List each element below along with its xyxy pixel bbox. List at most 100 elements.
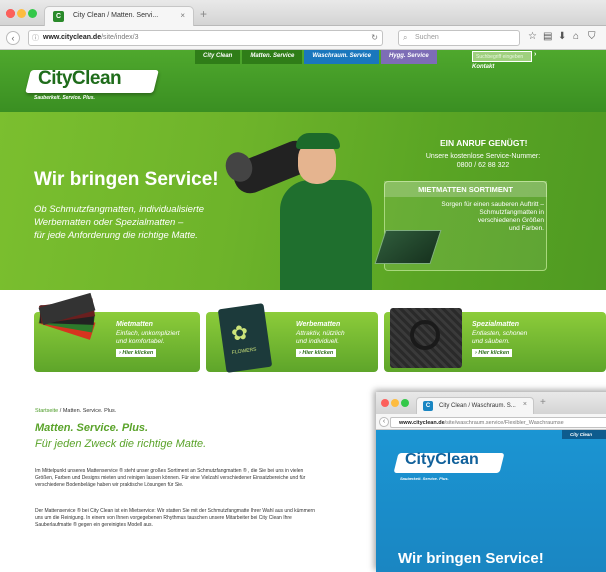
- home-icon[interactable]: ⌂: [573, 31, 579, 42]
- traffic-close-icon[interactable]: [6, 9, 15, 18]
- secondary-tab-bar: C City Clean / Waschraum. S... × +: [376, 392, 606, 414]
- menu-item-hygg-service[interactable]: Hygg. Service: [380, 50, 437, 64]
- mietmatten-box-heading[interactable]: MIETMATTEN SORTIMENT: [384, 181, 547, 197]
- product-text-line: und individuell.: [296, 338, 340, 345]
- paragraph-line: verschiedene Bodenbeläge haben wir prakt…: [35, 482, 184, 488]
- breadcrumb-home-link[interactable]: Startseite: [35, 408, 58, 414]
- product-text-line: Entlasten, schonen: [472, 330, 528, 337]
- search-icon: ⌕: [403, 33, 408, 42]
- url-path: /site/waschraum.service/Flexibler_Waschr…: [444, 420, 564, 426]
- browser-search-input[interactable]: ⌕ Suchen: [398, 30, 520, 46]
- reload-icon[interactable]: ↻: [371, 33, 378, 42]
- site-search-input[interactable]: Suchbegriff eingeben: [472, 51, 532, 62]
- service-man-image: [280, 180, 372, 290]
- hier-klicken-button[interactable]: › Hier klicken: [116, 349, 157, 357]
- logo-tagline: Sauberkeit. Service. Plus.: [34, 95, 95, 101]
- cityclean-logo[interactable]: CityClean: [405, 451, 479, 469]
- traffic-close-icon[interactable]: [381, 399, 389, 407]
- werbematten-image: ✿ FLOWERS: [217, 303, 273, 373]
- browser-search-placeholder: Suchen: [415, 34, 439, 41]
- spezialmatten-image: [390, 308, 462, 368]
- product-text: Entlasten, schonen und säubern.: [472, 330, 527, 346]
- menu-item-matten-service[interactable]: Matten. Service: [242, 50, 303, 64]
- shield-icon[interactable]: ⛉: [588, 31, 596, 42]
- traffic-zoom-icon[interactable]: [401, 399, 409, 407]
- mats-image: [374, 230, 442, 264]
- mat-pattern-icon: [410, 320, 440, 350]
- info-icon[interactable]: ⓘ: [32, 33, 39, 43]
- back-icon[interactable]: ‹: [6, 31, 20, 45]
- tab-title: City Clean / Matten. Servi...: [73, 12, 159, 19]
- call-heading: EIN ANRUF GENÜGT!: [440, 138, 528, 148]
- menu-item-city-clean[interactable]: City Clean: [562, 430, 606, 439]
- product-title: Mietmatten: [116, 321, 153, 328]
- content-subheading: Für jeden Zweck die richtige Matte.: [35, 438, 207, 450]
- traffic-minimize-icon[interactable]: [17, 9, 26, 18]
- download-icon[interactable]: ⬇: [558, 31, 566, 42]
- mietmatten-box-text: Sorgen für einen sauberen Auftritt – Sch…: [440, 201, 544, 233]
- product-card-werbematten[interactable]: ✿ FLOWERS Werbematten Attraktiv, nützlic…: [206, 303, 378, 373]
- star-icon[interactable]: ☆: [528, 31, 537, 42]
- paragraph-line: Der Mattenservice ® bei City Clean ist e…: [35, 508, 315, 514]
- tab-close-icon[interactable]: ×: [523, 401, 527, 408]
- product-row: Mietmatten Einfach, unkompliziert und ko…: [0, 290, 606, 390]
- paragraph-line: uns um die Reinigung. In einem von Ihnen…: [35, 515, 292, 521]
- secondary-url-bar[interactable]: www.cityclean.de/site/waschraum.service/…: [390, 417, 606, 428]
- paragraph-line: Im Mittelpunkt unseres Mattenservice ® s…: [35, 468, 304, 474]
- cityclean-favicon-icon: C: [423, 401, 433, 411]
- tab-bar: C City Clean / Matten. Servi... × +: [0, 0, 606, 26]
- mietmatten-image: [36, 292, 106, 368]
- bookmark-icon[interactable]: ▤: [543, 31, 552, 42]
- tab-cityclean-matten[interactable]: C City Clean / Matten. Servi... ×: [44, 6, 194, 26]
- hero-banner: Wir bringen Service! Ob Schmutzfangmatte…: [0, 112, 606, 290]
- back-icon[interactable]: ‹: [379, 417, 389, 427]
- hero-subtitle: Ob Schmutzfangmatten, individualisierte …: [34, 203, 274, 242]
- traffic-minimize-icon[interactable]: [391, 399, 399, 407]
- product-text-line: und säubern.: [472, 338, 510, 345]
- hero-subtitle-line: Werbematten oder Spezialmatten –: [34, 217, 184, 228]
- flower-logo-icon: ✿: [229, 321, 250, 346]
- paragraph-line: Größen, Farben und Designs mieten und re…: [35, 475, 306, 481]
- breadcrumb-current: / Matten. Service. Plus.: [58, 408, 117, 414]
- url-path: /site/index/3: [101, 34, 139, 41]
- hero-title: Wir bringen Service!: [34, 169, 219, 190]
- product-text-line: Einfach, unkompliziert: [116, 330, 180, 337]
- product-text: Einfach, unkompliziert und komfortabel.: [116, 330, 180, 346]
- browser-window-secondary[interactable]: C City Clean / Waschraum. S... × + ‹ www…: [376, 392, 606, 572]
- logo-tagline: Sauberkeit. Service. Plus.: [400, 476, 449, 481]
- product-title: Spezialmatten: [472, 321, 520, 328]
- product-card-mietmatten[interactable]: Mietmatten Einfach, unkompliziert und ko…: [34, 292, 200, 372]
- menu-item-waschraum-service[interactable]: Waschraum. Service: [304, 50, 379, 64]
- search-arrow-icon[interactable]: ›: [534, 51, 536, 58]
- service-man-cap: [296, 133, 340, 149]
- content-heading: Matten. Service. Plus.: [35, 422, 149, 434]
- product-text: Attraktiv, nützlich und individuell.: [296, 330, 345, 346]
- new-tab-button[interactable]: +: [540, 397, 546, 408]
- new-tab-button[interactable]: +: [200, 7, 207, 21]
- product-card-spezialmatten[interactable]: Spezialmatten Entlasten, schonen und säu…: [384, 308, 606, 372]
- menu-item-city-clean[interactable]: City Clean: [195, 50, 241, 64]
- tab-cityclean-waschraum[interactable]: C City Clean / Waschraum. S... ×: [416, 397, 534, 414]
- product-text-line: und komfortabel.: [116, 338, 165, 345]
- hier-klicken-button[interactable]: › Hier klicken: [472, 349, 513, 357]
- cityclean-favicon-icon: C: [53, 11, 64, 22]
- hero-subtitle-line: Ob Schmutzfangmatten, individualisierte: [34, 204, 205, 215]
- secondary-tab-title: City Clean / Waschraum. S...: [439, 403, 516, 409]
- flowers-label: FLOWERS: [231, 346, 257, 356]
- url-domain: www.cityclean.de: [43, 34, 102, 41]
- cityclean-logo[interactable]: CityClean: [38, 68, 122, 90]
- call-info: Unsere kostenlose Service-Nummer: 0800 /…: [398, 152, 568, 170]
- tab-close-icon[interactable]: ×: [180, 11, 185, 20]
- service-phone-number[interactable]: 0800 / 62 88 322: [398, 161, 568, 170]
- traffic-zoom-icon[interactable]: [28, 9, 37, 18]
- content-paragraph: Der Mattenservice ® bei City Clean ist e…: [35, 508, 435, 529]
- hier-klicken-button[interactable]: › Hier klicken: [296, 349, 337, 357]
- paragraph-line: Sauberlaufmatte ® gegen ein gereinigtes …: [35, 522, 153, 528]
- url-bar[interactable]: ⓘ www.cityclean.de/site/index/3 ↻: [28, 30, 383, 46]
- main-menu: City Clean Matten. Service Waschraum. Se…: [195, 50, 439, 64]
- box-line: Sorgen für einen sauberen Auftritt –: [441, 201, 544, 208]
- secondary-navigation-bar: ‹ www.cityclean.de/site/waschraum.servic…: [376, 414, 606, 430]
- kontakt-link[interactable]: Kontakt: [472, 64, 494, 70]
- breadcrumb: Startseite / Matten. Service. Plus.: [35, 408, 116, 414]
- hero-title: Wir bringen Service!: [398, 550, 544, 567]
